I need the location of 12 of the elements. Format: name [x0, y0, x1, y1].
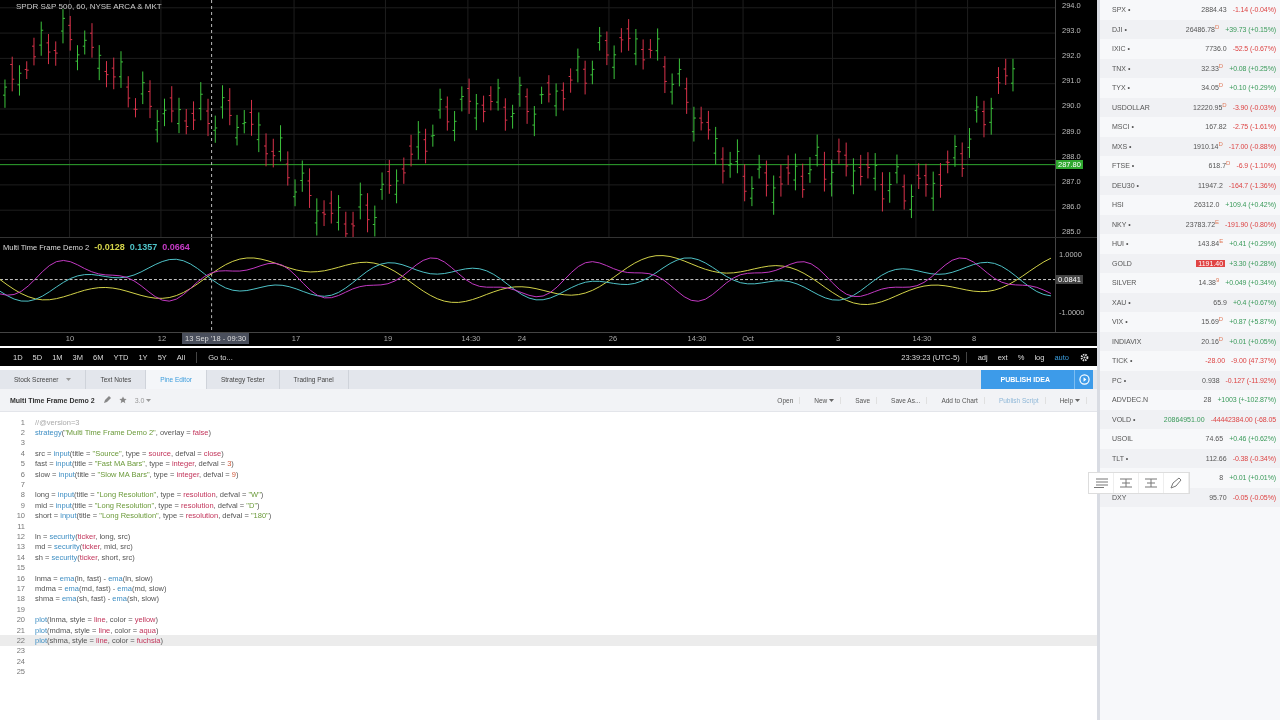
indicator-value: 0.0664 — [162, 242, 190, 252]
chart-title: SPDR S&P 500, 60, NYSE ARCA & MKT — [16, 2, 162, 11]
caret-icon — [146, 398, 152, 402]
pencil-icon[interactable] — [102, 396, 111, 404]
star-icon[interactable] — [118, 396, 127, 404]
caret-icon — [1075, 398, 1080, 402]
indicator-value: 0.1357 — [129, 242, 158, 252]
caret-icon — [66, 378, 72, 381]
settings-icon[interactable] — [1080, 352, 1089, 362]
indicator-value: -0.0128 — [94, 242, 125, 252]
play-icon[interactable] — [1074, 370, 1093, 389]
caret-icon — [829, 398, 835, 402]
